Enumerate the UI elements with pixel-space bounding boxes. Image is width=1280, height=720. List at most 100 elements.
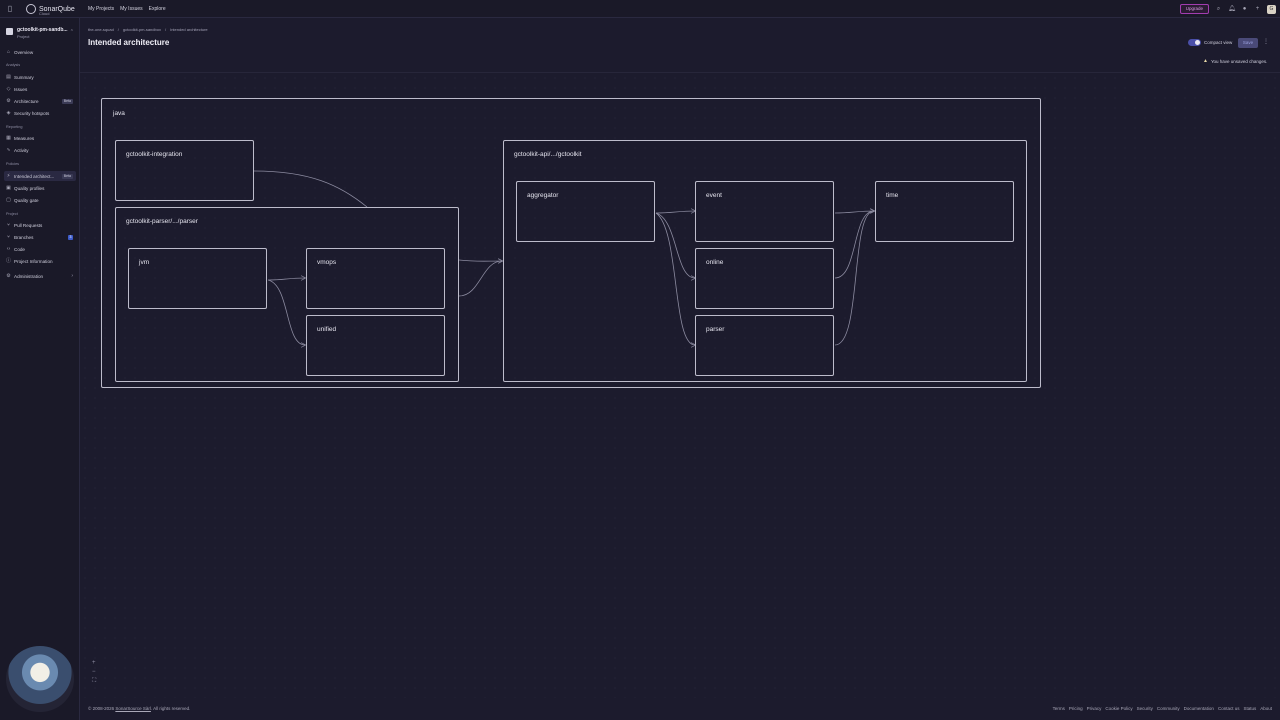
breadcrumb-current: Intended architecture	[170, 27, 208, 32]
sidebar-item-branches[interactable]: ⑂ Branches 3	[4, 232, 76, 242]
beta-badge: Beta	[61, 98, 73, 104]
sidebar-item-intended-architecture[interactable]: ⚡︎ Intended architect... Beta	[4, 171, 76, 181]
sonarqube-logo[interactable]: SonarQube Cloud	[26, 3, 75, 16]
sidebar-item-code[interactable]: ‹› Code	[4, 244, 76, 254]
breadcrumb-separator: /	[117, 27, 119, 32]
chevron-right-icon: ›	[71, 273, 73, 279]
sidebar-toggle-icon[interactable]: ▯	[5, 4, 15, 14]
search-icon[interactable]: ⌕	[1215, 6, 1222, 13]
sidebar-item-activity[interactable]: ∿ Activity	[4, 145, 76, 155]
module-online[interactable]: online	[695, 248, 834, 309]
module-jvm[interactable]: jvm	[128, 248, 267, 309]
footer-link-security[interactable]: Security	[1137, 706, 1153, 711]
module-gctoolkit-integration[interactable]: gctoolkit-integration	[115, 140, 254, 201]
fit-view-icon[interactable]: ⛶	[92, 678, 96, 684]
footer-link-community[interactable]: Community	[1157, 706, 1180, 711]
module-vmops[interactable]: vmops	[306, 248, 445, 309]
webcam-overlay	[6, 646, 74, 712]
sidebar-item-overview[interactable]: ⌂ Overview	[4, 47, 76, 57]
footer-link-contact-us[interactable]: Contact us	[1218, 706, 1240, 711]
branches-count-badge: 3	[68, 234, 73, 240]
sidebar-item-pull-requests[interactable]: ⑂ Pull Requests	[4, 220, 76, 230]
sidebar-item-project-information[interactable]: ⓘ Project Information	[4, 256, 76, 266]
quality-gate-icon: ▢	[6, 196, 11, 203]
section-policies: Policies	[6, 162, 20, 166]
branch-icon: ⑂	[6, 233, 10, 240]
footer-link-terms[interactable]: Terms	[1053, 706, 1065, 711]
sidebar-item-quality-profiles[interactable]: ▣ Quality profiles	[4, 183, 76, 193]
quality-profiles-icon: ▣	[6, 184, 11, 191]
section-reporting: Reporting	[6, 125, 23, 129]
settings-icon: ⚙︎	[6, 272, 11, 279]
shield-icon: ◈	[6, 109, 11, 116]
sidebar-item-architecture[interactable]: ⚙︎ Architecture Beta	[4, 96, 76, 106]
module-time[interactable]: time	[875, 181, 1014, 242]
help-icon[interactable]: ●	[1241, 6, 1248, 13]
upgrade-button[interactable]: Upgrade	[1179, 4, 1209, 14]
issues-icon: ◇	[6, 85, 11, 92]
sidebar-item-quality-gate[interactable]: ▢ Quality gate	[4, 195, 76, 205]
breadcrumb: the-one-squad / gctoolkit-pm-sandbox / I…	[88, 27, 208, 32]
chevron-updown-icon: ⌃	[69, 29, 74, 35]
breadcrumb-project[interactable]: gctoolkit-pm-sandbox	[123, 27, 161, 32]
unsaved-message: You have unsaved changes.	[1210, 58, 1268, 64]
breadcrumb-org[interactable]: the-one-squad	[88, 27, 114, 32]
project-icon	[6, 28, 13, 35]
plus-icon[interactable]: +	[1254, 6, 1261, 13]
info-icon: ⓘ	[6, 257, 12, 264]
footer-link-cookie-policy[interactable]: Cookie Policy	[1105, 706, 1132, 711]
module-parser[interactable]: parser	[695, 315, 834, 376]
warning-icon: ▲	[1203, 58, 1208, 64]
nav-my-issues[interactable]: My Issues	[120, 6, 143, 12]
sidebar-item-issues[interactable]: ◇ Issues	[4, 84, 76, 94]
project-type: Project	[17, 34, 30, 39]
breadcrumb-separator: /	[164, 27, 167, 32]
notifications-icon[interactable]: 🔔︎	[1228, 6, 1236, 13]
section-analysis: Analysis	[6, 63, 21, 67]
sonarqube-logo-icon	[26, 4, 36, 14]
pull-request-icon: ⑂	[6, 221, 10, 228]
zoom-in-icon[interactable]: +	[92, 660, 96, 666]
zoom-controls: + − ⛶	[92, 660, 96, 684]
unsaved-changes-warning: ▲ You have unsaved changes.	[1203, 58, 1267, 64]
module-unified[interactable]: unified	[306, 315, 445, 376]
nav-my-projects[interactable]: My Projects	[88, 6, 114, 12]
nav-explore[interactable]: Explore	[149, 6, 166, 12]
footer-copyright: © 2008-2026 SonarSource Sàrl. All rights…	[88, 706, 191, 711]
section-project: Project	[6, 212, 18, 216]
footer-link-pricing[interactable]: Pricing	[1069, 706, 1083, 711]
sidebar-item-administration[interactable]: ⚙︎ Administration ›	[4, 271, 76, 281]
activity-icon: ∿	[6, 146, 11, 153]
footer-link-status[interactable]: Status	[1243, 706, 1256, 711]
footer-links: Terms Pricing Privacy Cookie Policy Secu…	[1053, 706, 1272, 711]
zoom-out-icon[interactable]: −	[92, 669, 96, 675]
project-name: gctoolkit-pm-sandb...	[17, 27, 68, 33]
compact-view-label: Compact view	[1204, 40, 1233, 45]
avatar[interactable]: G	[1267, 4, 1276, 14]
more-options-icon[interactable]: ⋮	[1263, 38, 1269, 45]
project-selector[interactable]: gctoolkit-pm-sandb... Project ⌃	[4, 26, 76, 40]
beta-badge: Beta	[61, 173, 73, 179]
sidebar-item-security-hotspots[interactable]: ◈ Security hotspots	[4, 108, 76, 118]
architecture-icon: ⚙︎	[6, 97, 11, 104]
top-right-actions: Upgrade ⌕ 🔔︎ ● + G	[1179, 3, 1280, 15]
sidebar-item-summary[interactable]: ▤ Summary	[4, 72, 76, 82]
module-aggregator[interactable]: aggregator	[516, 181, 655, 242]
footer-link-about[interactable]: About	[1260, 706, 1272, 711]
sonarsource-link[interactable]: SonarSource Sàrl	[115, 706, 151, 711]
toggle-switch[interactable]	[1188, 39, 1201, 46]
measures-icon: ▦	[6, 134, 11, 141]
top-nav: My Projects My Issues Explore	[88, 6, 166, 12]
intended-architecture-icon: ⚡︎	[6, 172, 11, 179]
save-button[interactable]: Save	[1238, 38, 1258, 48]
compact-view-toggle[interactable]: Compact view	[1188, 39, 1232, 46]
code-icon: ‹›	[6, 245, 11, 252]
sidebar: gctoolkit-pm-sandb... Project ⌃ ⌂ Overvi…	[0, 18, 80, 720]
footer-link-documentation[interactable]: Documentation	[1184, 706, 1214, 711]
top-bar: ▯ SonarQube Cloud My Projects My Issues …	[0, 0, 1280, 18]
sidebar-item-measures[interactable]: ▦ Measures	[4, 133, 76, 143]
summary-icon: ▤	[6, 73, 11, 80]
page-title: Intended architecture	[88, 38, 170, 47]
module-event[interactable]: event	[695, 181, 834, 242]
footer-link-privacy[interactable]: Privacy	[1087, 706, 1102, 711]
